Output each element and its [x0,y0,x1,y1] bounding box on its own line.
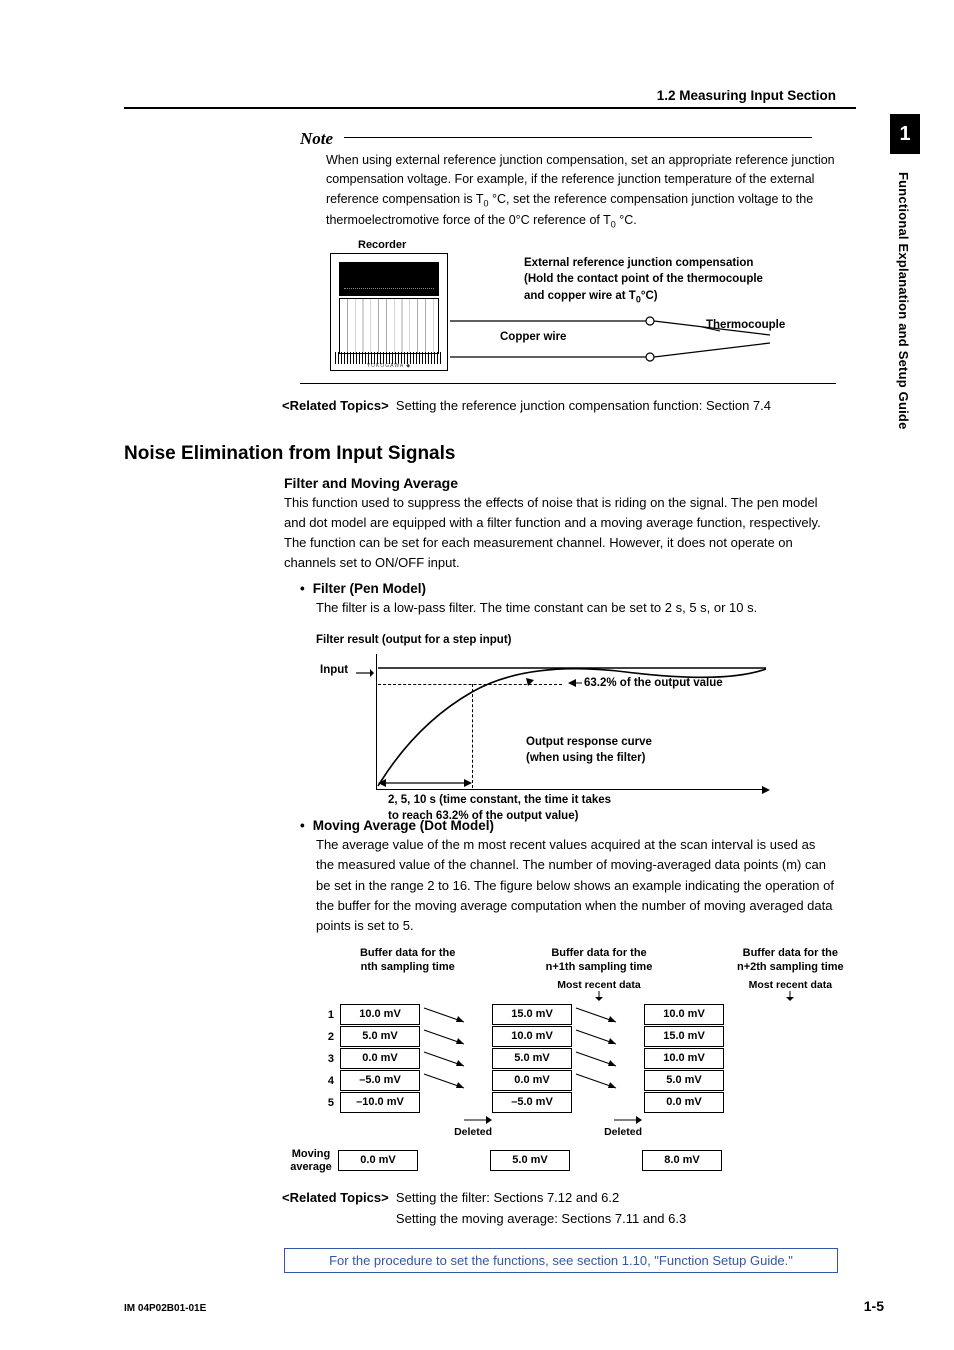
col3-head: Buffer data for then+2th sampling time [725,946,856,975]
para-filter-mavg: This function used to suppress the effec… [284,493,836,574]
buffer-row: 4–5.0 mV 0.0 mV 5.0 mV [316,1070,856,1092]
most-recent-3: Most recent data [725,979,856,1004]
note-end-rule-icon [300,383,836,384]
timeconst-label: 2, 5, 10 s (time constant, the time it t… [388,792,611,824]
page: 1 Functional Explanation and Setup Guide… [0,0,954,1350]
buf-cell: 10.0 mV [644,1048,724,1069]
buf-cell: –5.0 mV [492,1092,572,1113]
shift-arrow-icon [420,1070,492,1092]
filter-caption: Filter result (output for a step input) [316,634,836,646]
timeconst-span-icon [378,778,472,788]
note-block: Note When using external reference junct… [124,129,836,384]
buf-index: 1 [316,1009,340,1021]
shift-arrow-icon [572,1048,644,1070]
shift-arrow-icon [420,1026,492,1048]
related-topics-2: <Related Topics> Setting the filter: Sec… [282,1188,836,1230]
buf-cell: 5.0 mV [340,1026,420,1047]
buf-index: 4 [316,1075,340,1087]
recorder-icon: YOKOGAWA ◆ [330,253,448,371]
chapter-tab: 1 Functional Explanation and Setup Guide [890,114,920,430]
deleted-label-1: Deleted [420,1114,492,1138]
output-response-label: Output response curve(when using the fil… [526,734,652,766]
buf-cell: 15.0 mV [492,1004,572,1025]
related-label: <Related Topics> [282,398,389,413]
buffer-row: 5–10.0 mV –5.0 mV 0.0 mV [316,1092,856,1114]
buf-cell: –10.0 mV [340,1092,420,1113]
mavg-cell-1: 0.0 mV [338,1150,418,1171]
chapter-title-vertical: Functional Explanation and Setup Guide [896,172,911,430]
buf-cell: 5.0 mV [492,1048,572,1069]
shift-arrow-icon [572,1026,644,1048]
mavg-cell-2: 5.0 mV [490,1150,570,1171]
deleted-label-2: Deleted [570,1114,642,1138]
buf-cell: 10.0 mV [492,1026,572,1047]
buf-cell: 10.0 mV [644,1004,724,1025]
buffer-row: 25.0 mV 10.0 mV 15.0 mV [316,1026,856,1048]
buf-index: 2 [316,1031,340,1043]
filter-curve-icon [376,654,766,790]
content-area: 1.2 Measuring Input Section Note When us… [124,88,836,1273]
rjc-diagram: Recorder YOKOGAWA ◆ External reference j… [326,239,836,379]
input-label: Input [320,664,348,676]
shift-arrow-icon [572,1070,644,1092]
doc-id: IM 04P02B01-01E [124,1303,206,1314]
wiring-icon [450,313,830,369]
buf-index: 3 [316,1053,340,1065]
note-body: When using external reference junction c… [326,151,836,233]
ext-rjc-label: External reference junction compensation… [524,255,763,307]
related2-label: <Related Topics> [282,1190,389,1205]
related-text: Setting the reference junction compensat… [396,398,771,413]
note-text-3: °C. [616,213,637,227]
buf-cell: 15.0 mV [644,1026,724,1047]
arrow-right-icon [464,1115,492,1125]
heading-noise-elim: Noise Elimination from Input Signals [124,443,836,465]
buffer-row: 110.0 mV15.0 mV10.0 mV [316,1004,856,1026]
related2-line1: Setting the filter: Sections 7.12 and 6.… [396,1190,619,1205]
col1-head: Buffer data for thenth sampling time [342,946,473,975]
section-header: 1.2 Measuring Input Section [124,88,856,109]
buffer-row: 30.0 mV 5.0 mV 10.0 mV [316,1048,856,1070]
buf-cell: 10.0 mV [340,1004,420,1025]
bullet-filter: •Filter (Pen Model) [300,581,836,596]
related-topics-1: <Related Topics> Setting the reference j… [282,398,836,413]
shift-arrow-icon [572,1004,644,1026]
percent-label: 63.2% of the output value [568,677,723,689]
para-filter-desc: The filter is a low-pass filter. The tim… [316,598,836,618]
mavg-cell-3: 8.0 mV [642,1150,722,1171]
note-rule-icon [344,137,812,138]
page-number: 1-5 [864,1298,884,1314]
input-arrow-icon [356,668,374,678]
shift-arrow-icon [420,1092,492,1114]
procedure-callout: For the procedure to set the functions, … [284,1248,838,1273]
arrow-right-icon [614,1115,642,1125]
recorder-label: Recorder [358,239,406,251]
buf-index: 5 [316,1097,340,1109]
mavg-label: Movingaverage [288,1148,334,1174]
arrow-down-icon [594,991,604,1001]
most-recent-2: Most recent data [533,979,664,1004]
shift-arrow-icon [420,1004,492,1026]
note-heading: Note [300,129,333,148]
buf-cell: 0.0 mV [492,1070,572,1091]
filter-response-diagram: Input 63.2% of the output value Output r… [316,650,776,810]
buf-cell: –5.0 mV [340,1070,420,1091]
shift-arrow-icon [420,1048,492,1070]
related2-line2: Setting the moving average: Sections 7.1… [396,1211,686,1226]
buf-cell: 0.0 mV [644,1092,724,1113]
para-mavg-desc: The average value of the m most recent v… [316,835,836,936]
col2-head: Buffer data for then+1th sampling time [533,946,664,975]
arrow-left-icon [568,679,582,687]
buf-cell: 0.0 mV [340,1048,420,1069]
chapter-number: 1 [890,114,920,154]
heading-filter-mavg: Filter and Moving Average [284,475,836,491]
buf-cell: 5.0 mV [644,1070,724,1091]
page-footer: IM 04P02B01-01E 1-5 [124,1298,884,1314]
shift-arrow-icon [572,1092,644,1114]
moving-average-diagram: Buffer data for thenth sampling time Buf… [316,946,856,1174]
arrow-down-icon [785,991,795,1001]
